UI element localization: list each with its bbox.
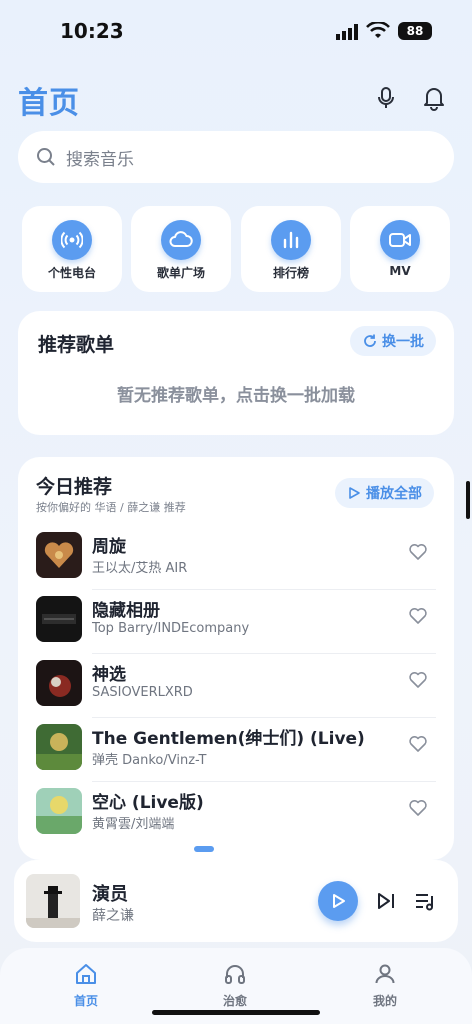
tile-mv[interactable]: MV bbox=[350, 206, 450, 292]
song-row[interactable]: The Gentlemen(绅士们) (Live) 弹壳 Danko/Vinz-… bbox=[36, 718, 436, 782]
next-track-icon[interactable] bbox=[376, 891, 396, 911]
song-row[interactable]: 隐藏相册 Top Barry/INDEcompany bbox=[36, 590, 436, 654]
play-outline-icon bbox=[349, 487, 360, 499]
tab-label: 首页 bbox=[73, 994, 98, 1008]
chart-bars-icon bbox=[271, 220, 311, 260]
cellular-signal-icon bbox=[336, 24, 358, 40]
status-bar: 10:23 88 bbox=[0, 0, 472, 56]
section-subtitle: 按你偏好的 华语 / 薛之谦 推荐 bbox=[36, 501, 186, 514]
empty-state-text[interactable]: 暂无推荐歌单，点击换一批加载 bbox=[18, 381, 454, 406]
play-all-label: 播放全部 bbox=[366, 486, 422, 502]
tab-healing[interactable]: 治愈 bbox=[195, 962, 275, 1009]
heart-icon[interactable] bbox=[408, 670, 428, 690]
song-artist: SASIOVERLXRD bbox=[92, 685, 193, 700]
pager-indicator bbox=[194, 846, 214, 852]
song-title: The Gentlemen(绅士们) (Live) bbox=[92, 729, 365, 749]
video-icon bbox=[380, 220, 420, 260]
play-all-button[interactable]: 播放全部 bbox=[335, 478, 434, 508]
album-cover bbox=[36, 660, 82, 706]
search-icon bbox=[37, 148, 55, 166]
tile-charts[interactable]: 排行榜 bbox=[241, 206, 341, 292]
mic-icon[interactable] bbox=[373, 85, 399, 111]
album-cover bbox=[36, 596, 82, 642]
song-artist: 王以太/艾热 AIR bbox=[92, 561, 188, 576]
tile-playlist-square[interactable]: 歌单广场 bbox=[131, 206, 231, 292]
section-title: 今日推荐 bbox=[36, 476, 113, 498]
today-recommend-card: 今日推荐 按你偏好的 华语 / 薛之谦 推荐 播放全部 周旋 王以太/艾热 AI… bbox=[18, 457, 454, 860]
tile-label: MV bbox=[389, 264, 411, 278]
album-cover bbox=[36, 788, 82, 834]
heart-icon[interactable] bbox=[408, 542, 428, 562]
tile-label: 排行榜 bbox=[272, 266, 309, 280]
tab-label: 我的 bbox=[372, 994, 397, 1008]
song-row[interactable]: 空心 (Live版) 黄霄雲/刘端端 bbox=[36, 782, 436, 846]
cloud-icon bbox=[161, 220, 201, 260]
radio-icon bbox=[52, 220, 92, 260]
recommend-playlists-card: 推荐歌单 换一批 暂无推荐歌单，点击换一批加载 bbox=[18, 311, 454, 435]
status-time: 10:23 bbox=[60, 19, 124, 43]
song-row[interactable]: 周旋 王以太/艾热 AIR bbox=[36, 526, 436, 590]
refresh-button[interactable]: 换一批 bbox=[350, 326, 436, 356]
home-icon bbox=[76, 964, 96, 984]
heart-icon[interactable] bbox=[408, 606, 428, 626]
song-artist: Top Barry/INDEcompany bbox=[92, 621, 250, 636]
tab-label: 治愈 bbox=[222, 994, 247, 1008]
album-cover bbox=[26, 874, 80, 928]
heart-icon[interactable] bbox=[408, 734, 428, 754]
page-title: 首页 bbox=[18, 86, 80, 121]
song-title: 周旋 bbox=[92, 537, 126, 557]
battery-indicator: 88 bbox=[398, 22, 432, 40]
tile-label: 个性电台 bbox=[47, 266, 96, 280]
refresh-label: 换一批 bbox=[382, 334, 424, 350]
song-title: 神选 bbox=[92, 665, 126, 685]
play-button[interactable] bbox=[318, 881, 358, 921]
player-artist: 薛之谦 bbox=[92, 908, 134, 924]
player-song-title: 演员 bbox=[92, 884, 128, 905]
album-cover bbox=[36, 532, 82, 578]
song-title: 隐藏相册 bbox=[92, 601, 160, 621]
playlist-queue-icon[interactable] bbox=[414, 890, 436, 912]
scrollbar[interactable] bbox=[466, 481, 470, 519]
bell-icon[interactable] bbox=[421, 85, 447, 111]
search-placeholder: 搜索音乐 bbox=[66, 149, 134, 170]
section-title: 推荐歌单 bbox=[38, 334, 115, 356]
refresh-icon bbox=[364, 334, 376, 347]
play-icon bbox=[333, 894, 345, 908]
song-artist: 弹壳 Danko/Vinz-T bbox=[92, 753, 207, 768]
album-cover bbox=[36, 724, 82, 770]
tab-mine[interactable]: 我的 bbox=[345, 962, 425, 1009]
tile-personal-radio[interactable]: 个性电台 bbox=[22, 206, 122, 292]
song-title: 空心 (Live版) bbox=[92, 793, 204, 813]
tile-label: 歌单广场 bbox=[156, 266, 205, 280]
headphones-icon bbox=[225, 965, 245, 984]
tab-home[interactable]: 首页 bbox=[46, 962, 126, 1009]
search-input[interactable]: 搜索音乐 bbox=[18, 131, 454, 183]
heart-icon[interactable] bbox=[408, 798, 428, 818]
user-icon bbox=[375, 964, 395, 984]
wifi-icon bbox=[366, 22, 390, 38]
song-artist: 黄霄雲/刘端端 bbox=[92, 817, 175, 832]
mini-player[interactable]: 演员 薛之谦 bbox=[14, 860, 458, 942]
song-row[interactable]: 神选 SASIOVERLXRD bbox=[36, 654, 436, 718]
home-indicator bbox=[152, 1010, 320, 1015]
